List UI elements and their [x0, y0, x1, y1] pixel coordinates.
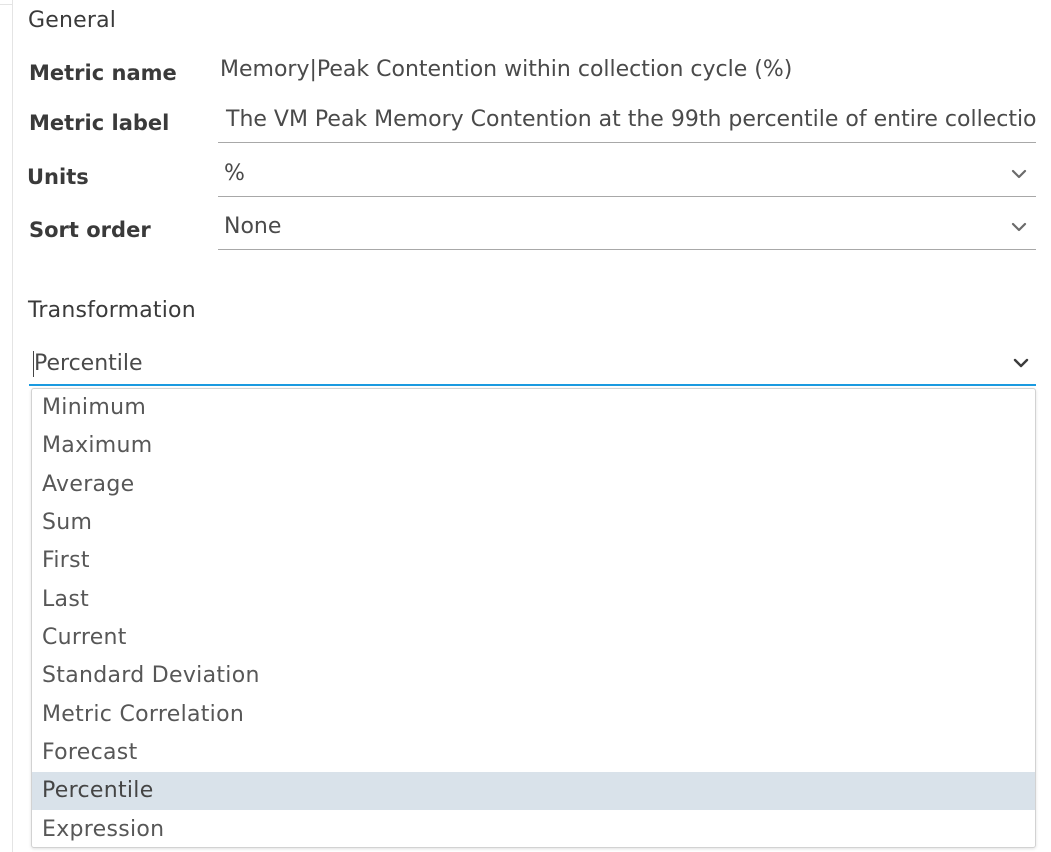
option-expression[interactable]: Expression [32, 811, 1035, 847]
option-average[interactable]: Average [32, 466, 1035, 504]
metric-editor-panel: General Metric name Memory|Peak Contenti… [0, 0, 1051, 852]
sort-order-select[interactable]: None [218, 210, 1036, 250]
general-section-title: General [28, 8, 117, 33]
metric-label-input-value: The VM Peak Memory Contention at the 99t… [226, 107, 1036, 132]
option-sum[interactable]: Sum [32, 504, 1035, 542]
option-first[interactable]: First [32, 542, 1035, 580]
option-forecast[interactable]: Forecast [32, 734, 1035, 772]
sort-order-label: Sort order [29, 218, 151, 242]
chevron-down-icon[interactable] [1012, 354, 1030, 372]
panel-divider-tick [0, 4, 12, 5]
metric-label-input[interactable]: The VM Peak Memory Contention at the 99t… [218, 103, 1036, 143]
option-standard-deviation[interactable]: Standard Deviation [32, 657, 1035, 695]
metric-label-label: Metric label [29, 111, 170, 135]
metric-name-label: Metric name [29, 61, 177, 85]
transformation-section-title: Transformation [28, 298, 196, 323]
units-select-value: % [224, 161, 245, 186]
chevron-down-icon[interactable] [1010, 165, 1028, 183]
option-metric-correlation[interactable]: Metric Correlation [32, 696, 1035, 734]
transformation-select[interactable]: Percentile [29, 344, 1036, 386]
units-label: Units [27, 165, 89, 189]
option-last[interactable]: Last [32, 581, 1035, 619]
option-current[interactable]: Current [32, 619, 1035, 657]
sort-order-select-value: None [224, 214, 282, 239]
units-select[interactable]: % [218, 157, 1036, 197]
option-percentile[interactable]: Percentile [32, 772, 1035, 810]
chevron-down-icon[interactable] [1010, 218, 1028, 236]
transformation-select-value: Percentile [34, 351, 143, 376]
option-maximum[interactable]: Maximum [32, 427, 1035, 465]
option-minimum[interactable]: Minimum [32, 389, 1035, 427]
metric-name-value: Memory|Peak Contention within collection… [220, 57, 793, 82]
transformation-dropdown-list: Minimum Maximum Average Sum First Last C… [31, 388, 1036, 848]
panel-divider [12, 0, 13, 852]
